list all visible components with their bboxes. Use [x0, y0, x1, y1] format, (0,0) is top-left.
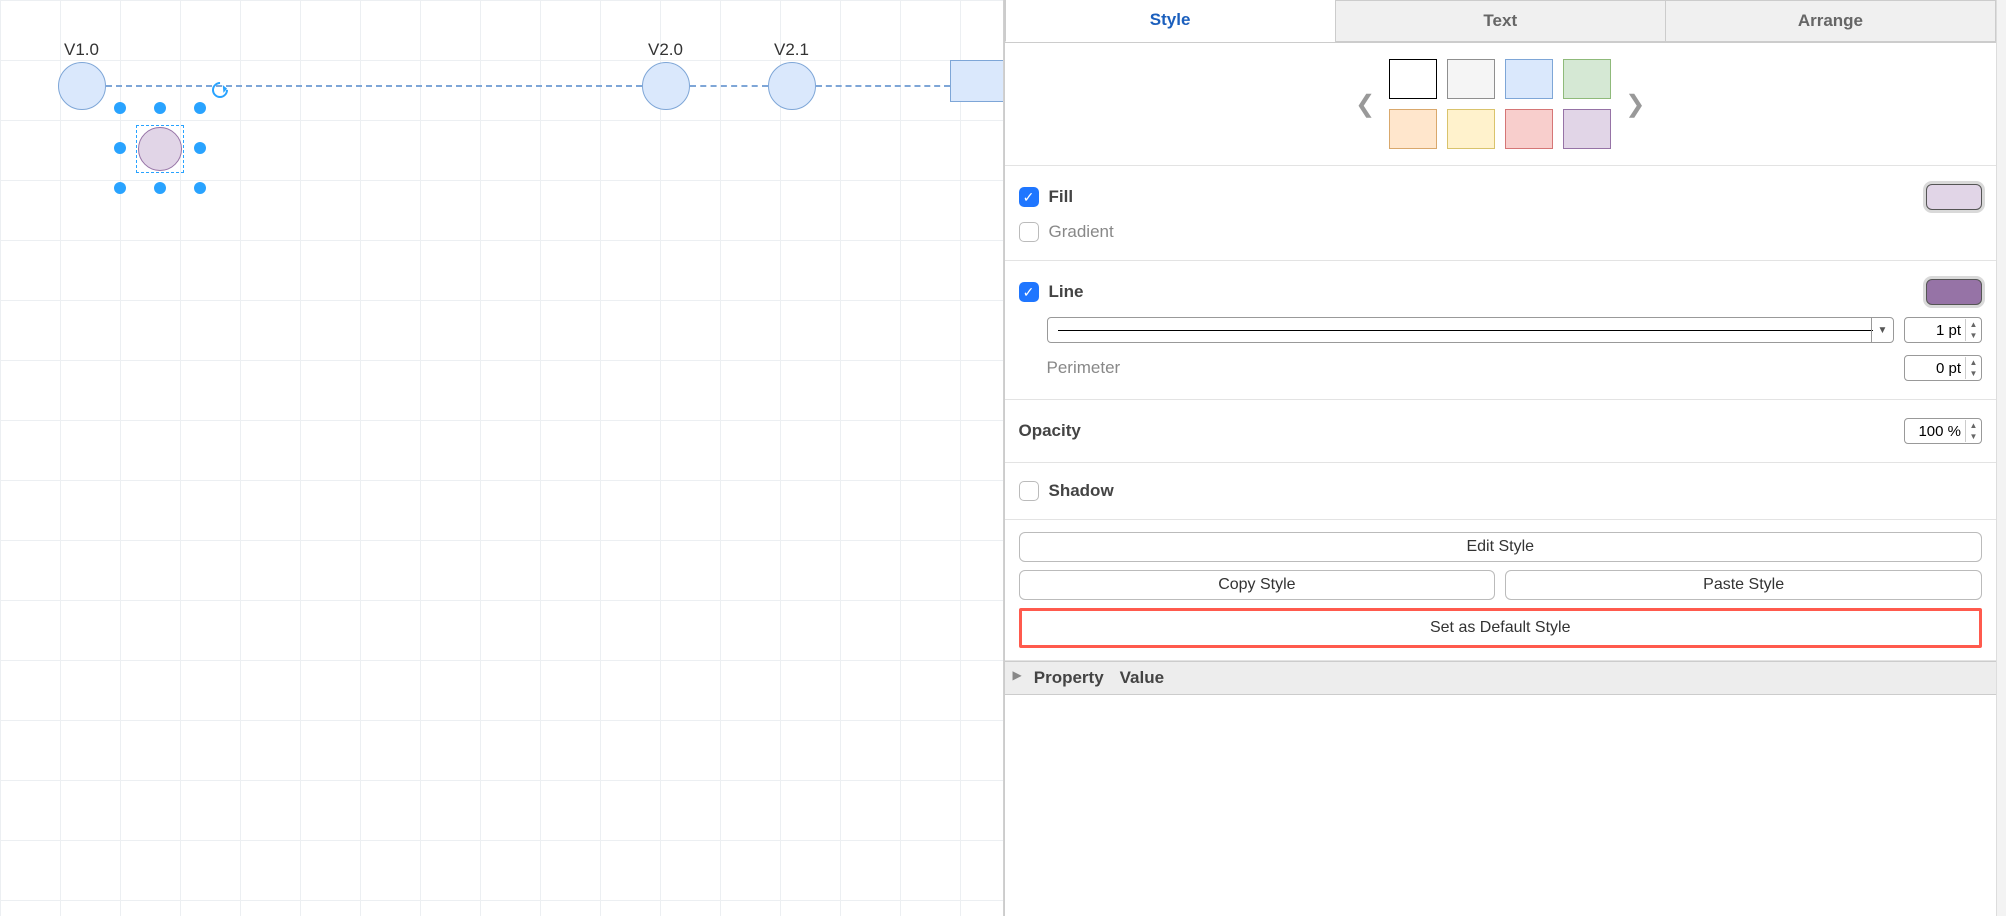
- opacity-value[interactable]: [1905, 423, 1965, 440]
- node-v10[interactable]: [58, 62, 106, 110]
- format-sidebar: Style Text Arrange ❮ ❯ ✓ Fill Gradient ✓…: [1004, 0, 1997, 916]
- node-label-v10: V1.0: [64, 40, 99, 60]
- swatch-next[interactable]: ❯: [1621, 90, 1649, 119]
- format-tabs: Style Text Arrange: [1005, 0, 1997, 43]
- line-width-input[interactable]: ▲▼: [1904, 317, 1982, 343]
- line-checkbox[interactable]: ✓: [1019, 282, 1039, 302]
- shadow-checkbox[interactable]: [1019, 481, 1039, 501]
- swatch-green[interactable]: [1563, 59, 1611, 99]
- perimeter-label: Perimeter: [1019, 358, 1895, 378]
- swatch-gray[interactable]: [1447, 59, 1495, 99]
- rotate-handle[interactable]: [209, 79, 232, 102]
- swatch-blue[interactable]: [1505, 59, 1553, 99]
- edge-v21-master[interactable]: [816, 85, 950, 87]
- default-style-highlight: Set as Default Style: [1019, 608, 1983, 648]
- perimeter-up[interactable]: ▲: [1966, 357, 1981, 368]
- paste-style-button[interactable]: Paste Style: [1505, 570, 1982, 600]
- line-style-select[interactable]: ▼: [1047, 317, 1895, 343]
- opacity-label: Opacity: [1019, 421, 1895, 441]
- shadow-label: Shadow: [1049, 481, 1983, 501]
- gradient-label: Gradient: [1049, 222, 1983, 242]
- swatch-prev[interactable]: ❮: [1351, 90, 1379, 119]
- style-swatches: ❮ ❯: [1005, 43, 1997, 166]
- selected-node[interactable]: [138, 127, 182, 171]
- copy-style-button[interactable]: Copy Style: [1019, 570, 1496, 600]
- node-master[interactable]: Master: [950, 60, 1004, 102]
- props-col-property[interactable]: Property: [1026, 662, 1112, 694]
- property-table: ▶ Property Value: [1005, 661, 1997, 695]
- opacity-down[interactable]: ▼: [1966, 431, 1981, 442]
- resize-handle-w[interactable]: [114, 142, 126, 154]
- edge-v20-v21[interactable]: [690, 85, 768, 87]
- perimeter-value[interactable]: [1905, 360, 1965, 377]
- resize-handle-sw[interactable]: [114, 182, 126, 194]
- resize-handle-e[interactable]: [194, 142, 206, 154]
- line-width-down[interactable]: ▼: [1966, 330, 1981, 341]
- node-v20[interactable]: [642, 62, 690, 110]
- fill-checkbox[interactable]: ✓: [1019, 187, 1039, 207]
- tab-arrange[interactable]: Arrange: [1665, 0, 1996, 42]
- resize-handle-se[interactable]: [194, 182, 206, 194]
- node-v21[interactable]: [768, 62, 816, 110]
- node-label-v21: V2.1: [774, 40, 809, 60]
- line-width-value[interactable]: [1905, 322, 1965, 339]
- line-width-up[interactable]: ▲: [1966, 319, 1981, 330]
- props-collapse-icon[interactable]: ▶: [1005, 662, 1026, 694]
- sidebar-scrollbar[interactable]: [1996, 0, 2006, 916]
- canvas[interactable]: V1.0 V2.0 V2.1 Master: [0, 0, 1004, 916]
- edit-style-button[interactable]: Edit Style: [1019, 532, 1983, 562]
- swatch-orange[interactable]: [1389, 109, 1437, 149]
- swatch-purple[interactable]: [1563, 109, 1611, 149]
- props-col-value[interactable]: Value: [1112, 662, 1172, 694]
- fill-label: Fill: [1049, 187, 1917, 207]
- opacity-input[interactable]: ▲▼: [1904, 418, 1982, 444]
- node-label-v20: V2.0: [648, 40, 683, 60]
- fill-color[interactable]: [1926, 184, 1982, 210]
- gradient-checkbox[interactable]: [1019, 222, 1039, 242]
- swatch-white[interactable]: [1389, 59, 1437, 99]
- perimeter-down[interactable]: ▼: [1966, 368, 1981, 379]
- line-label: Line: [1049, 282, 1917, 302]
- opacity-up[interactable]: ▲: [1966, 420, 1981, 431]
- perimeter-input[interactable]: ▲▼: [1904, 355, 1982, 381]
- swatch-yellow[interactable]: [1447, 109, 1495, 149]
- set-default-style-button[interactable]: Set as Default Style: [1024, 613, 1978, 643]
- swatch-red[interactable]: [1505, 109, 1553, 149]
- resize-handle-ne[interactable]: [194, 102, 206, 114]
- resize-handle-n[interactable]: [154, 102, 166, 114]
- line-color[interactable]: [1926, 279, 1982, 305]
- edge-v10-v20[interactable]: [106, 85, 642, 87]
- resize-handle-s[interactable]: [154, 182, 166, 194]
- tab-text[interactable]: Text: [1335, 0, 1665, 42]
- tab-style[interactable]: Style: [1005, 0, 1335, 42]
- resize-handle-nw[interactable]: [114, 102, 126, 114]
